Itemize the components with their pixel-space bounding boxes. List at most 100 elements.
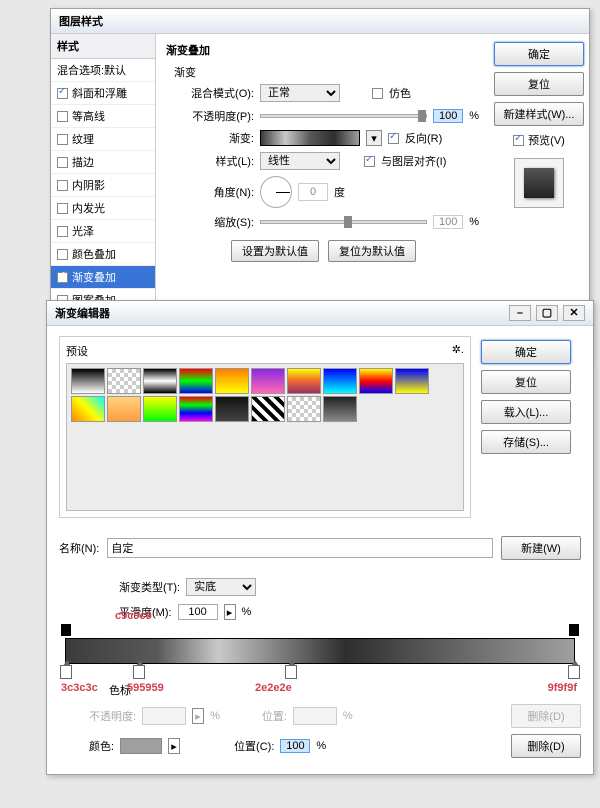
style-item-斜面和浮雕[interactable]: 斜面和浮雕 [51,82,155,105]
style-select[interactable]: 线性 [260,152,340,170]
style-item-label: 等高线 [72,108,105,124]
color-stop-4[interactable] [568,665,580,679]
maximize-icon[interactable]: ▢ [536,305,558,321]
dither-checkbox[interactable] [372,88,383,99]
opacity-stop-left[interactable] [61,624,71,636]
presets-label: 预设 [66,343,88,359]
preset-swatch[interactable] [107,396,141,422]
new-button[interactable]: 新建(W) [501,536,581,560]
gradient-editor-titlebar[interactable]: 渐变编辑器 – ▢ ✕ [47,301,593,326]
style-item-label: 描边 [72,154,94,170]
color-stop-3[interactable] [285,665,297,679]
preset-swatch[interactable] [251,368,285,394]
close-icon[interactable]: ✕ [563,305,585,321]
color-stop-row: 颜色: ▸ 位置(C): 100 % 删除(D) [59,734,581,758]
smooth-value[interactable]: 100 [178,604,218,620]
opacity-value[interactable]: 100 [433,109,463,123]
preset-swatch[interactable] [215,396,249,422]
style-item-label: 纹理 [72,131,94,147]
preset-swatch[interactable] [251,396,285,422]
preset-swatch[interactable] [323,368,357,394]
layer-style-titlebar[interactable]: 图层样式 [51,9,589,34]
gradient-dropdown-icon[interactable]: ▾ [366,130,382,146]
color-pos-value[interactable]: 100 [280,739,310,753]
style-item-颜色叠加[interactable]: 颜色叠加 [51,243,155,266]
style-item-渐变叠加[interactable]: 渐变叠加 [51,266,155,289]
preset-swatch[interactable] [143,396,177,422]
style-item-描边[interactable]: 描边 [51,151,155,174]
preset-swatch[interactable] [71,396,105,422]
style-checkbox[interactable] [57,180,68,191]
style-checkbox[interactable] [57,249,68,260]
color-stop-1[interactable] [60,665,72,679]
name-label: 名称(N): [59,540,99,556]
preview-box [514,158,564,208]
preset-swatch[interactable] [215,368,249,394]
panel-subtitle: 渐变 [174,64,479,80]
style-checkbox[interactable] [57,203,68,214]
style-item-纹理[interactable]: 纹理 [51,128,155,151]
blend-mode-label: 混合模式(O): [174,85,254,101]
smooth-dropdown-icon[interactable]: ▸ [224,604,236,620]
blend-mode-select[interactable]: 正常 [260,84,340,102]
preset-swatch[interactable] [395,368,429,394]
style-item-内阴影[interactable]: 内阴影 [51,174,155,197]
opacity-drop-icon: ▸ [192,708,204,724]
scale-value[interactable]: 100 [433,215,463,229]
style-checkbox[interactable] [57,272,68,283]
opacity-slider[interactable] [260,114,427,118]
blend-options-item[interactable]: 混合选项:默认 [51,59,155,82]
angle-dial[interactable] [260,176,292,208]
annot-3c3c3c: 3c3c3c [61,682,98,694]
angle-label: 角度(N): [174,184,254,200]
set-default-button[interactable]: 设置为默认值 [231,240,319,262]
preset-swatch[interactable] [71,368,105,394]
color-stop-2[interactable] [133,665,145,679]
ok-button[interactable]: 确定 [494,42,584,66]
style-checkbox[interactable] [57,134,68,145]
gear-icon[interactable]: ✲. [452,343,464,359]
style-item-内发光[interactable]: 内发光 [51,197,155,220]
ge-reset-button[interactable]: 复位 [481,370,571,394]
ge-ok-button[interactable]: 确定 [481,340,571,364]
type-select[interactable]: 实底 [186,578,256,596]
scale-label: 缩放(S): [174,214,254,230]
preview-checkbox[interactable] [513,135,524,146]
reset-button[interactable]: 复位 [494,72,584,96]
preset-swatch[interactable] [107,368,141,394]
scale-slider[interactable] [260,220,427,224]
angle-value[interactable] [298,183,328,201]
color-swatch[interactable] [120,738,162,754]
preset-swatch[interactable] [143,368,177,394]
preset-swatch[interactable] [179,396,213,422]
gradient-bar[interactable]: c9c9c9 3c3c3c 色标 595959 2e2e2e 9f9f9f [65,638,575,664]
ge-load-button[interactable]: 载入(L)... [481,400,571,424]
preset-swatch[interactable] [179,368,213,394]
layer-style-title: 图层样式 [59,13,103,29]
preview-label: 预览(V) [528,132,565,148]
color-delete-button[interactable]: 删除(D) [511,734,581,758]
preset-swatch[interactable] [287,396,321,422]
name-input[interactable] [107,538,493,558]
style-item-光泽[interactable]: 光泽 [51,220,155,243]
opacity-delete-button: 删除(D) [511,704,581,728]
opacity-stop-right[interactable] [569,624,579,636]
color-drop-icon[interactable]: ▸ [168,738,180,754]
styles-header: 样式 [51,34,155,59]
preset-swatch[interactable] [287,368,321,394]
reverse-checkbox[interactable] [388,133,399,144]
new-style-button[interactable]: 新建样式(W)... [494,102,584,126]
minimize-icon[interactable]: – [509,305,531,321]
preset-swatch-grid[interactable] [66,363,464,511]
style-item-等高线[interactable]: 等高线 [51,105,155,128]
style-checkbox[interactable] [57,111,68,122]
style-checkbox[interactable] [57,226,68,237]
gradient-swatch[interactable] [260,130,360,146]
align-checkbox[interactable] [364,156,375,167]
preset-swatch[interactable] [323,396,357,422]
reset-default-button[interactable]: 复位为默认值 [328,240,416,262]
preset-swatch[interactable] [359,368,393,394]
style-checkbox[interactable] [57,88,68,99]
style-checkbox[interactable] [57,157,68,168]
ge-save-button[interactable]: 存储(S)... [481,430,571,454]
